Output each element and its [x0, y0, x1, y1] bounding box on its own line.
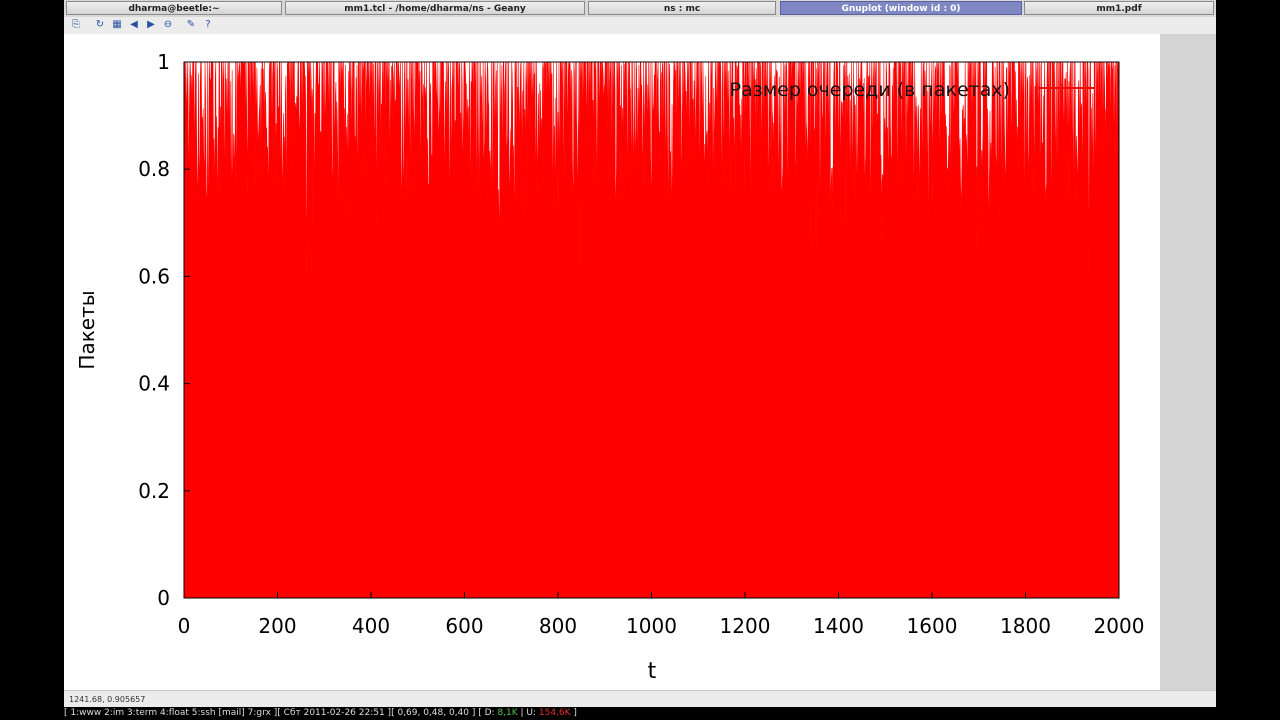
- plot-area: [183, 61, 1120, 599]
- x-axis-label: t: [648, 659, 657, 684]
- x-tick-label: 2000: [1094, 614, 1145, 638]
- x-tick-label: 1800: [1000, 614, 1051, 638]
- queue-size-chart: 0 200 400 600 800 1000 1200 1400 1600 1800 2000 0 0.…: [75, 50, 1145, 684]
- unzoom-icon[interactable]: ⊖: [162, 19, 174, 31]
- window-tab-bar: dharma@beetle:~ mm1.tcl - /home/dharma/ns…: [64, 0, 1216, 17]
- wm-status-end: ]: [570, 708, 577, 718]
- mouse-coordinates-status: 1241.68, 0.905657: [64, 690, 1216, 707]
- grid-icon[interactable]: ▦: [111, 19, 123, 31]
- help-icon[interactable]: ?: [202, 19, 214, 31]
- y-tick-label: 0.6: [138, 264, 170, 288]
- copy-icon[interactable]: ⎘: [70, 19, 82, 31]
- download-rate: 8,1K: [497, 708, 518, 718]
- gnuplot-toolbar: ⎘ ↻ ▦ ◀ ▶ ⊖ ✎?: [64, 17, 1216, 35]
- window-tab-1[interactable]: mm1.tcl - /home/dharma/ns - Geany: [285, 1, 585, 15]
- wm-status-bar: [ 1:www 2:im 3:term 4:float 5:ssh [mail]…: [64, 707, 1216, 720]
- window-tab-0[interactable]: dharma@beetle:~: [66, 1, 282, 15]
- x-tick-label: 800: [539, 614, 577, 638]
- replot-icon[interactable]: ↻: [94, 19, 106, 31]
- wm-status-mid: | U:: [517, 708, 539, 718]
- config-icon[interactable]: ✎: [185, 19, 197, 31]
- legend-label: Размер очереди (в пакетах): [730, 79, 1010, 101]
- wm-status-left: [ 1:www 2:im 3:term 4:float 5:ssh [mail]…: [64, 708, 498, 718]
- y-tick-label: 1: [157, 50, 170, 74]
- x-tick-label: 200: [258, 614, 296, 638]
- zoom-previous-icon[interactable]: ◀: [128, 19, 140, 31]
- window-tab-2[interactable]: ns : mc: [588, 1, 776, 15]
- y-tick-label: 0: [157, 586, 170, 610]
- window-right-margin: [1160, 34, 1216, 690]
- window-tab-4[interactable]: mm1.pdf: [1024, 1, 1214, 15]
- zoom-next-icon[interactable]: ▶: [145, 19, 157, 31]
- x-tick-label: 0: [178, 614, 191, 638]
- x-tick-label: 400: [352, 614, 390, 638]
- window-tab-3[interactable]: Gnuplot (window id : 0): [780, 1, 1022, 15]
- queue-size-series: [183, 61, 1120, 599]
- x-tick-label: 1000: [626, 614, 677, 638]
- y-tick-label: 0.4: [138, 372, 170, 396]
- upload-rate: 154,6K: [538, 708, 571, 718]
- gnuplot-plot-window: 0 200 400 600 800 1000 1200 1400 1600 1800 2000 0 0.…: [64, 34, 1160, 690]
- x-tick-label: 1200: [720, 614, 771, 638]
- x-tick-label: 600: [445, 614, 483, 638]
- x-tick-label: 1600: [907, 614, 958, 638]
- y-tick-label: 0.2: [138, 479, 170, 503]
- x-tick-label: 1400: [813, 614, 864, 638]
- y-axis-label: Пакеты: [75, 290, 99, 369]
- y-tick-label: 0.8: [138, 157, 170, 181]
